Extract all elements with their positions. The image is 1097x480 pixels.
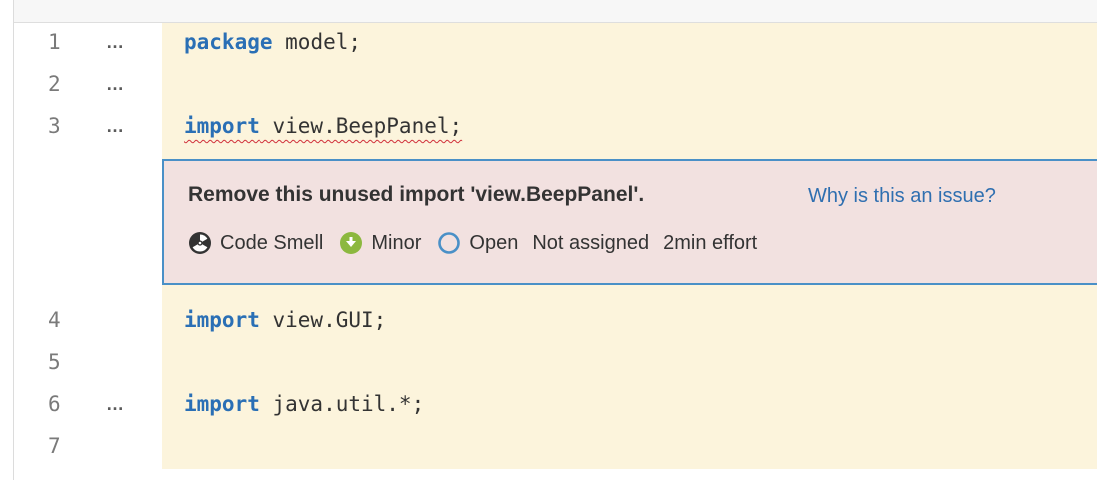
line-gutter: 7 (14, 427, 162, 469)
line-number[interactable]: 1 (48, 27, 88, 57)
issue-severity-label: Minor (371, 231, 422, 254)
line-gutter: 3 … (14, 107, 162, 149)
code-viewer: 1 … package model; 2 … 3 … import view.B… (14, 23, 1097, 469)
code-text: import view.GUI; (184, 305, 386, 335)
line-number[interactable]: 3 (48, 111, 88, 141)
code-line: 2 … (14, 65, 1097, 107)
code-line: 4 import view.GUI; (14, 301, 1097, 343)
issue-meta: Code Smell Minor Open Not assigned 2min … (188, 229, 757, 257)
line-number[interactable]: 5 (48, 347, 88, 377)
line-number[interactable]: 6 (48, 389, 88, 419)
issue-status[interactable]: Open (437, 231, 518, 255)
line-gutter (14, 149, 162, 301)
line-gutter: 5 (14, 343, 162, 385)
code-line-with-issue: 3 … import view.BeepPanel; (14, 107, 1097, 149)
code-cell: import java.util.*; (162, 385, 1097, 427)
line-gutter: 1 … (14, 23, 162, 65)
issue-row: Remove this unused import 'view.BeepPane… (14, 149, 1097, 301)
code-cell (162, 343, 1097, 385)
code-line: 5 (14, 343, 1097, 385)
code-cell (162, 65, 1097, 107)
code-cell: Remove this unused import 'view.BeepPane… (162, 149, 1097, 301)
top-bar (14, 0, 1097, 23)
code-text: package model; (184, 27, 361, 57)
issue-status-label: Open (469, 231, 519, 254)
issue-type[interactable]: Code Smell (188, 231, 323, 255)
code-cell: import view.BeepPanel; (162, 107, 1097, 149)
code-keyword: package (184, 30, 273, 54)
code-cell (162, 427, 1097, 469)
line-options-button[interactable]: … (106, 69, 124, 99)
code-keyword: import (184, 114, 260, 138)
line-gutter: 6 … (14, 385, 162, 427)
code-rest: view.GUI; (259, 308, 387, 332)
line-gutter: 2 … (14, 65, 162, 107)
code-cell: package model; (162, 23, 1097, 65)
code-cell: import view.GUI; (162, 301, 1097, 343)
code-rest: view.BeepPanel; (259, 114, 463, 138)
code-line: 1 … package model; (14, 23, 1097, 65)
code-line: 7 (14, 427, 1097, 469)
open-status-icon (437, 231, 461, 255)
line-number[interactable]: 7 (48, 431, 88, 461)
line-number[interactable]: 4 (48, 305, 88, 335)
issue-box[interactable]: Remove this unused import 'view.BeepPane… (162, 159, 1097, 285)
line-options-button[interactable]: … (106, 27, 124, 57)
issue-assignee[interactable]: Not assigned (532, 232, 649, 255)
code-rest: java.util.*; (259, 392, 425, 416)
code-text-flagged[interactable]: import view.BeepPanel; (184, 111, 462, 141)
line-gutter: 4 (14, 301, 162, 343)
issue-message[interactable]: Remove this unused import 'view.BeepPane… (188, 183, 644, 207)
issue-type-label: Code Smell (220, 231, 324, 254)
line-options-button[interactable]: … (106, 389, 124, 419)
why-is-this-an-issue-link[interactable]: Why is this an issue? (808, 185, 996, 208)
code-text: import java.util.*; (184, 389, 424, 419)
code-rest: model; (272, 30, 362, 54)
line-number[interactable]: 2 (48, 69, 88, 99)
minor-severity-icon (339, 231, 363, 255)
code-keyword: import (184, 392, 260, 416)
issue-effort[interactable]: 2min effort (663, 232, 757, 255)
code-smell-icon (188, 231, 212, 255)
code-keyword: import (184, 308, 260, 332)
issue-severity[interactable]: Minor (339, 231, 421, 255)
line-options-button[interactable]: … (106, 111, 124, 141)
code-line: 6 … import java.util.*; (14, 385, 1097, 427)
